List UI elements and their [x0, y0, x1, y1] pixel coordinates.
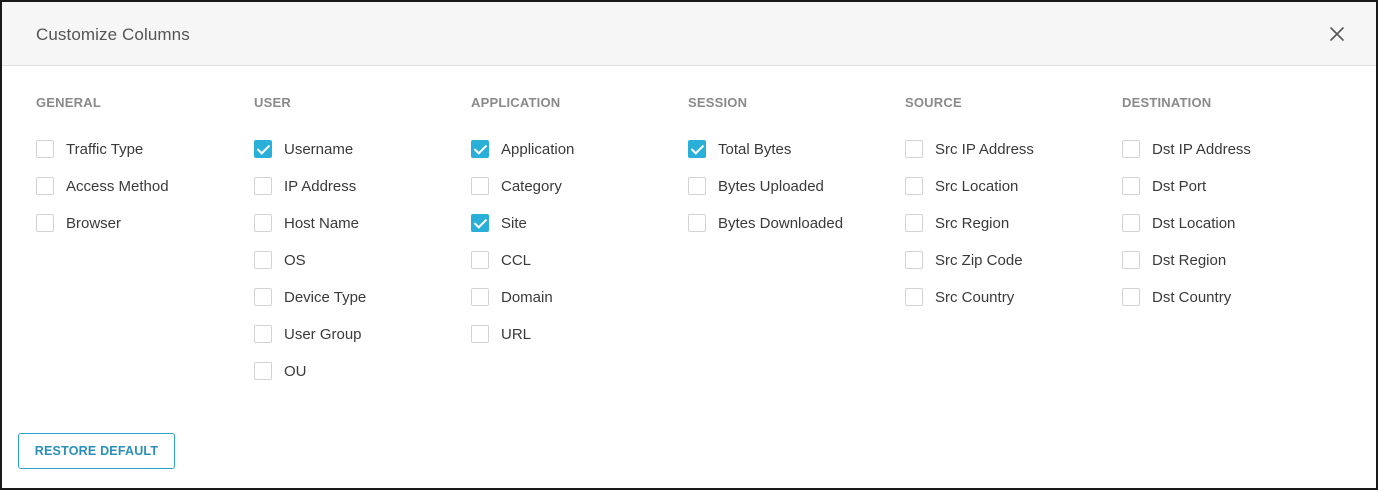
option-label: Dst Region: [1152, 251, 1227, 269]
checkbox[interactable]: [254, 251, 272, 269]
option-label: Src Region: [935, 214, 1010, 232]
option-label: Src IP Address: [935, 140, 1034, 158]
option-label: Dst Location: [1152, 214, 1236, 232]
group-heading-application: APPLICATION: [471, 95, 561, 110]
option-label: Src Location: [935, 177, 1019, 195]
column-option[interactable]: IP Address: [254, 176, 464, 196]
checkbox[interactable]: [905, 251, 923, 269]
checkbox[interactable]: [471, 177, 489, 195]
checkbox[interactable]: [471, 325, 489, 343]
option-label: Dst Country: [1152, 288, 1232, 306]
checkbox[interactable]: [1122, 288, 1140, 306]
column-option[interactable]: Application: [471, 139, 681, 159]
option-label: User Group: [284, 325, 362, 343]
checkbox[interactable]: [254, 362, 272, 380]
option-label: Browser: [66, 214, 122, 232]
checkbox[interactable]: [254, 288, 272, 306]
option-label: Src Country: [935, 288, 1015, 306]
column-option[interactable]: Bytes Downloaded: [688, 213, 898, 233]
option-label: Domain: [501, 288, 553, 306]
checkbox-checked[interactable]: [471, 214, 489, 232]
column-option[interactable]: Bytes Uploaded: [688, 176, 898, 196]
column-option[interactable]: Src Zip Code: [905, 250, 1115, 270]
column-option[interactable]: Src Region: [905, 213, 1115, 233]
dialog-header: Customize Columns: [2, 2, 1376, 66]
column-option[interactable]: Src Location: [905, 176, 1115, 196]
checkbox[interactable]: [36, 140, 54, 158]
checkbox[interactable]: [1122, 177, 1140, 195]
option-label: Dst Port: [1152, 177, 1207, 195]
checkbox-checked[interactable]: [688, 140, 706, 158]
group-heading-source: SOURCE: [905, 95, 962, 110]
column-option[interactable]: Dst IP Address: [1122, 139, 1332, 159]
option-label: Dst IP Address: [1152, 140, 1251, 158]
column-option[interactable]: Domain: [471, 287, 681, 307]
checkbox[interactable]: [1122, 214, 1140, 232]
column-option[interactable]: Browser: [36, 213, 246, 233]
option-label: Site: [501, 214, 527, 232]
close-icon[interactable]: [1328, 25, 1346, 43]
checkbox[interactable]: [905, 288, 923, 306]
option-label: Host Name: [284, 214, 360, 232]
option-label: Total Bytes: [718, 140, 792, 158]
option-label: IP Address: [284, 177, 357, 195]
option-label: Category: [501, 177, 562, 195]
checkbox[interactable]: [254, 214, 272, 232]
option-label: Username: [284, 140, 354, 158]
column-option[interactable]: CCL: [471, 250, 681, 270]
column-option[interactable]: Dst Location: [1122, 213, 1332, 233]
column-option[interactable]: OU: [254, 361, 464, 381]
checkbox[interactable]: [688, 177, 706, 195]
column-option[interactable]: Traffic Type: [36, 139, 246, 159]
checkbox[interactable]: [905, 177, 923, 195]
group-heading-session: SESSION: [688, 95, 748, 110]
column-option[interactable]: OS: [254, 250, 464, 270]
checkbox[interactable]: [254, 177, 272, 195]
column-option[interactable]: Dst Port: [1122, 176, 1332, 196]
group-heading-destination: DESTINATION: [1122, 95, 1212, 110]
option-label: OU: [284, 362, 307, 380]
checkbox[interactable]: [471, 288, 489, 306]
column-option[interactable]: URL: [471, 324, 681, 344]
column-option[interactable]: Username: [254, 139, 464, 159]
customize-columns-dialog: Customize Columns GENERAL Traffic Type Acc…: [0, 0, 1378, 490]
column-option[interactable]: User Group: [254, 324, 464, 344]
dialog-title: Customize Columns: [36, 25, 190, 44]
option-label: CCL: [501, 251, 532, 269]
checkbox[interactable]: [905, 214, 923, 232]
option-label: URL: [501, 325, 532, 343]
checkbox[interactable]: [36, 177, 54, 195]
checkbox[interactable]: [1122, 140, 1140, 158]
column-groups: GENERAL Traffic Type Access Method Browser U…: [2, 66, 1376, 426]
checkbox[interactable]: [688, 214, 706, 232]
group-heading-general: GENERAL: [36, 95, 101, 110]
checkbox-checked[interactable]: [254, 140, 272, 158]
column-option[interactable]: Category: [471, 176, 681, 196]
column-option[interactable]: Dst Country: [1122, 287, 1332, 307]
checkbox-checked[interactable]: [471, 140, 489, 158]
option-label: Src Zip Code: [935, 251, 1023, 269]
column-option[interactable]: Src IP Address: [905, 139, 1115, 159]
column-option[interactable]: Access Method: [36, 176, 246, 196]
group-heading-user: USER: [254, 95, 291, 110]
option-label: Traffic Type: [66, 140, 144, 158]
option-label: Access Method: [66, 177, 169, 195]
column-option[interactable]: Src Country: [905, 287, 1115, 307]
checkbox[interactable]: [254, 325, 272, 343]
option-label: Bytes Downloaded: [718, 214, 844, 232]
checkbox[interactable]: [1122, 251, 1140, 269]
checkbox[interactable]: [471, 251, 489, 269]
option-label: OS: [284, 251, 306, 269]
restore-default-button[interactable]: RESTORE DEFAULT: [18, 433, 175, 469]
checkbox[interactable]: [36, 214, 54, 232]
checkbox[interactable]: [905, 140, 923, 158]
option-label: Application: [501, 140, 575, 158]
column-option[interactable]: Dst Region: [1122, 250, 1332, 270]
option-label: Device Type: [284, 288, 367, 306]
column-option[interactable]: Host Name: [254, 213, 464, 233]
column-option[interactable]: Total Bytes: [688, 139, 898, 159]
option-label: Bytes Uploaded: [718, 177, 824, 195]
column-option[interactable]: Site: [471, 213, 681, 233]
column-option[interactable]: Device Type: [254, 287, 464, 307]
